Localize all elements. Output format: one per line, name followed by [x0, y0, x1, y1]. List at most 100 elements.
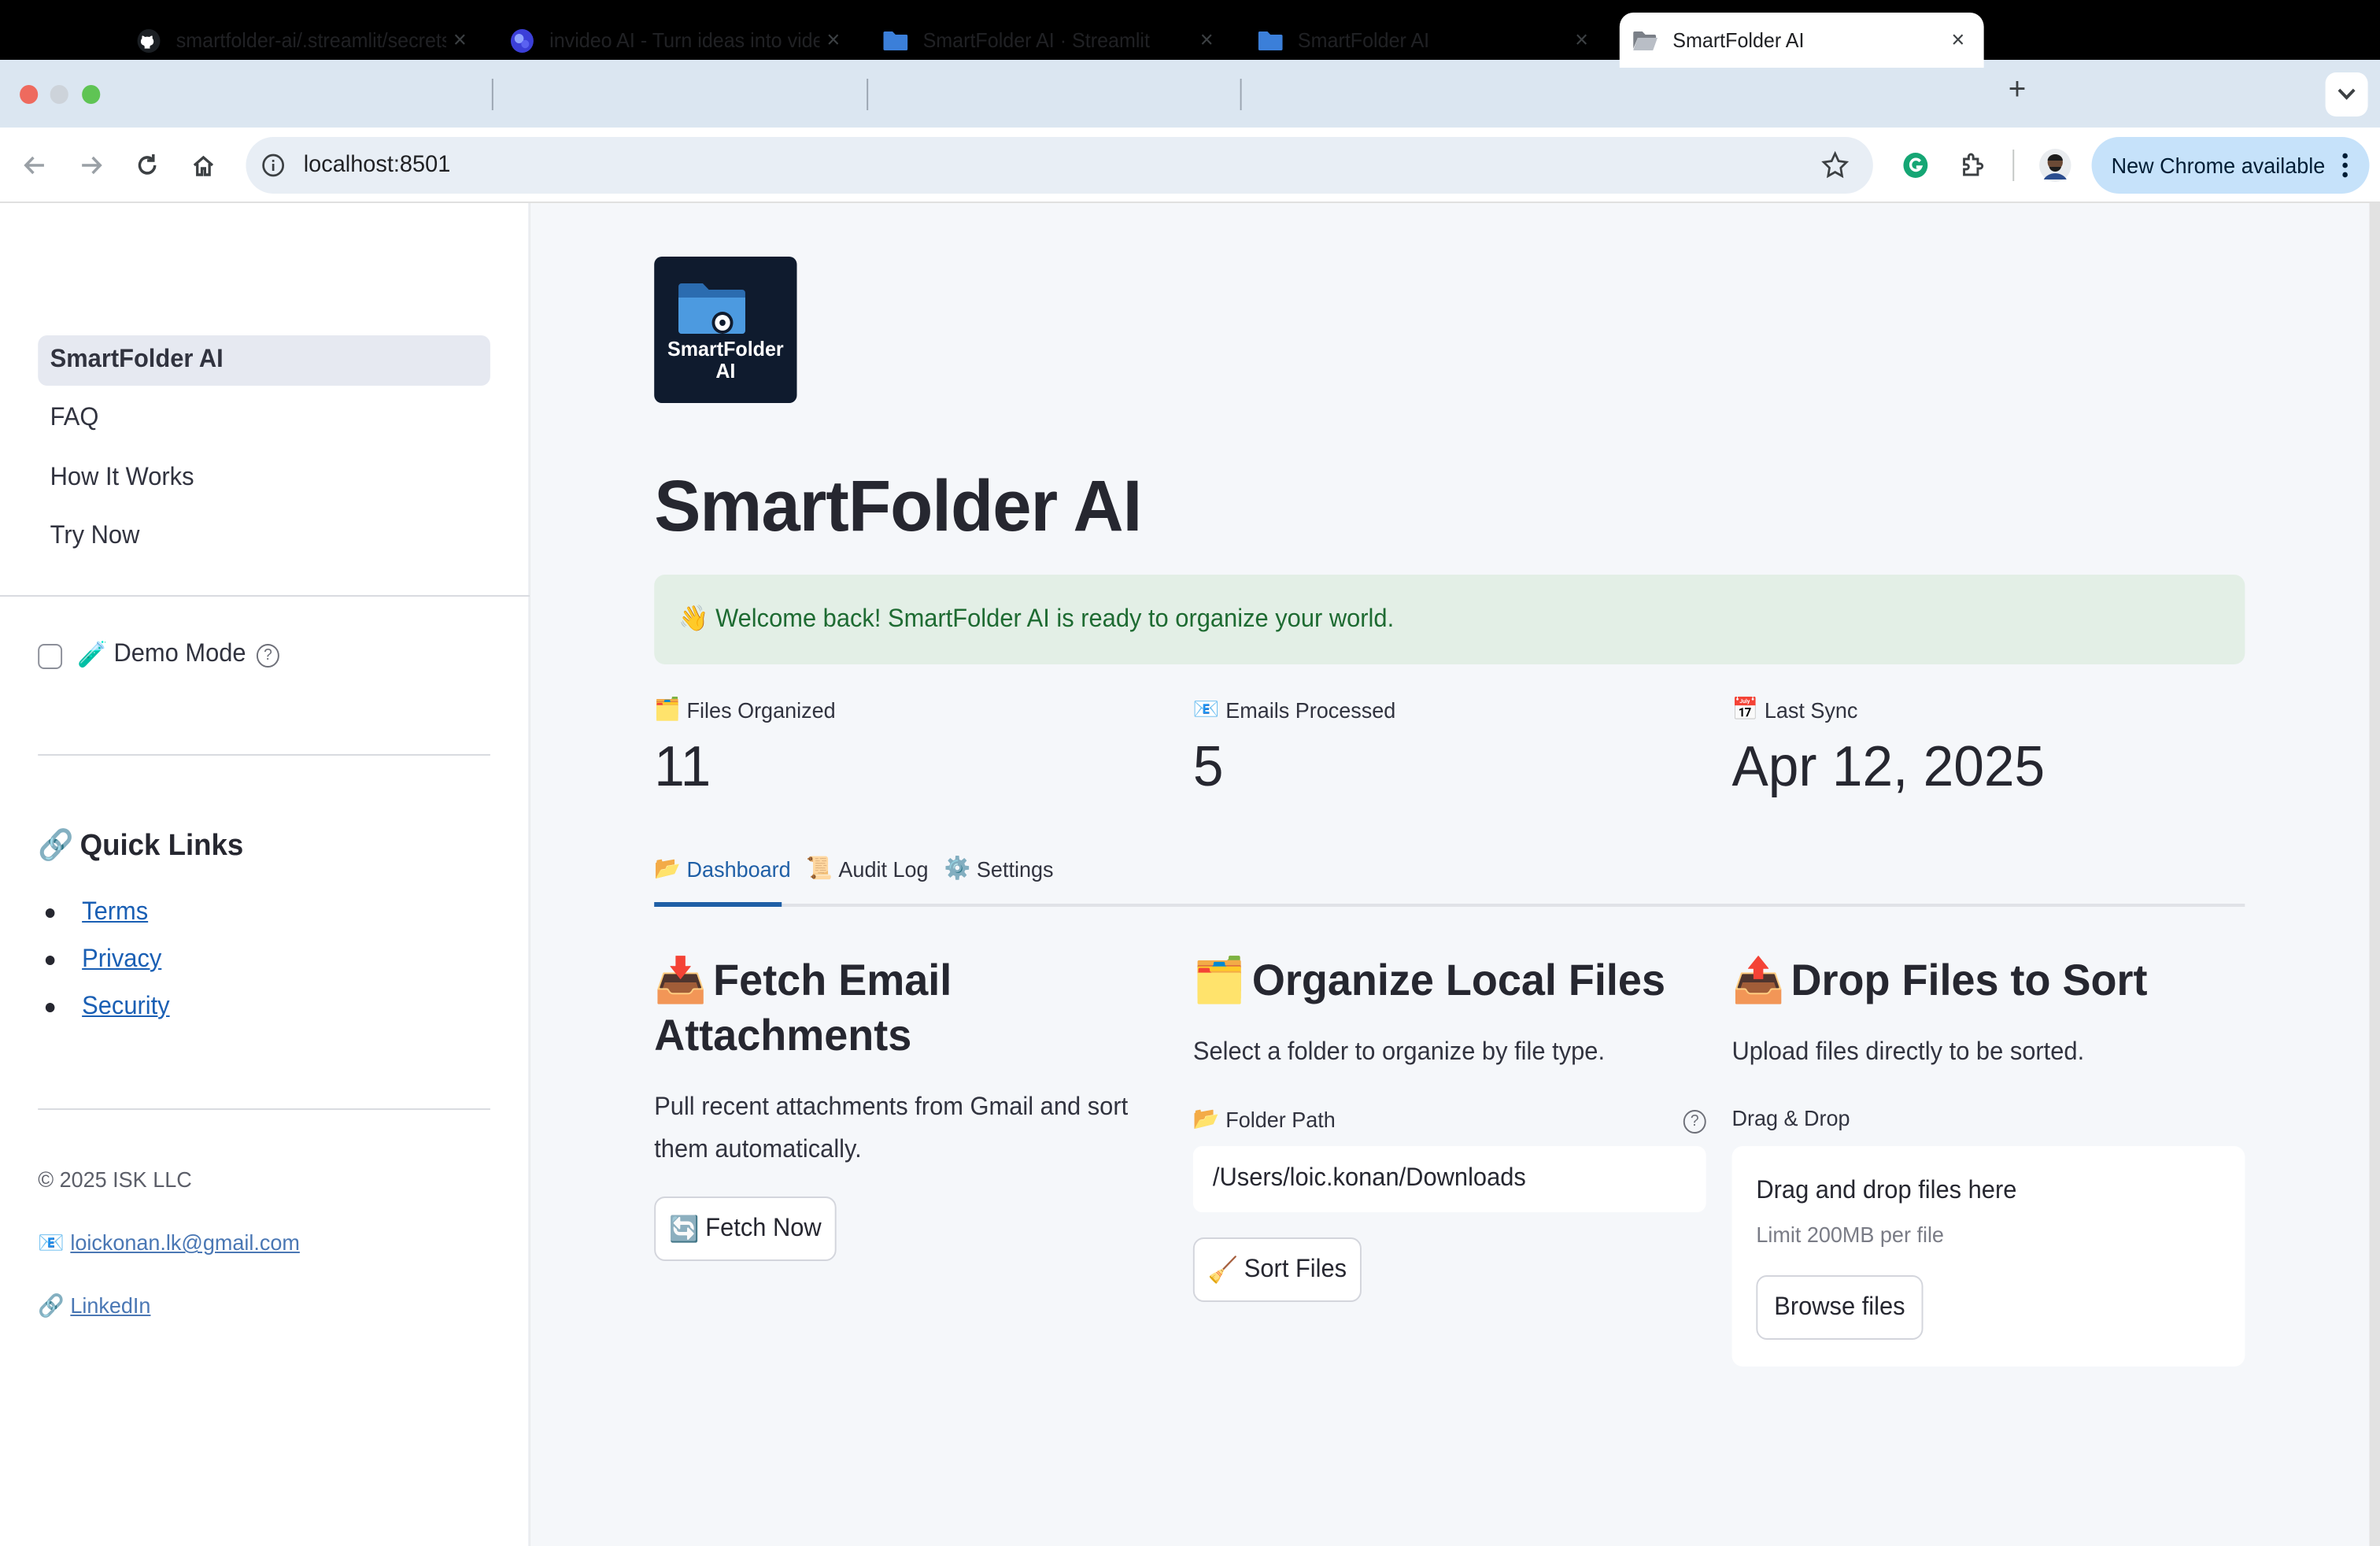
metric-files-label: 🗂️ Files Organized: [654, 696, 835, 723]
organize-files-heading: 🗂️ Organize Local Files: [1193, 952, 1665, 1008]
extensions-button[interactable]: [1955, 146, 1991, 184]
page-scrollbar[interactable]: [2369, 203, 2380, 1546]
drop-files-heading: 📤 Drop Files to Sort: [1731, 952, 2147, 1008]
test-tube-icon: 🧪: [77, 642, 108, 669]
address-bar[interactable]: localhost:8501: [246, 137, 1873, 194]
organize-files-description: Select a folder to organize by file type…: [1192, 1039, 1606, 1066]
logo-text: SmartFolder AI: [654, 338, 796, 383]
tab-audit-log[interactable]: 📜 Audit Log: [806, 855, 928, 882]
metric-emails-label: 📧 Emails Processed: [1193, 696, 1395, 723]
folder-icon: [883, 28, 908, 53]
site-info-icon[interactable]: [261, 153, 286, 178]
metric-sync-label: 📅 Last Sync: [1731, 696, 1857, 723]
footer-linkedin: 🔗 LinkedIn: [38, 1293, 150, 1319]
close-tab-icon[interactable]: ×: [819, 27, 847, 54]
quick-links-title: Quick Links: [79, 830, 244, 863]
bullet: [45, 1002, 55, 1012]
tab-search-button[interactable]: [2325, 72, 2368, 117]
dropzone-limit: Limit 200MB per file: [1756, 1222, 1944, 1247]
close-tab-icon[interactable]: ×: [1944, 27, 1972, 54]
back-button[interactable]: [17, 146, 53, 184]
sidebar-nav-divider: [0, 595, 530, 597]
arrow-left-icon: [24, 156, 44, 175]
grammarly-icon: [1903, 153, 1928, 178]
minimize-window-button[interactable]: [50, 85, 68, 104]
email-link[interactable]: loickonan.lk@gmail.com: [70, 1230, 300, 1255]
new-tab-button[interactable]: +: [2001, 72, 2034, 107]
browse-files-button[interactable]: Browse files: [1756, 1275, 1924, 1340]
close-window-button[interactable]: [20, 85, 39, 104]
gear-icon: ⚙️: [944, 855, 971, 880]
tab-settings[interactable]: ⚙️ Settings: [944, 855, 1054, 882]
security-link[interactable]: Security: [82, 993, 169, 1020]
sort-files-button[interactable]: 🧹 Sort Files: [1192, 1237, 1362, 1302]
screen: smartfolder-ai/.streamlit/secrets.toml ×…: [0, 0, 2380, 1546]
active-tab-indicator: [654, 902, 782, 907]
browser-tab-active[interactable]: SmartFolder AI ×: [1619, 13, 1984, 68]
forward-button[interactable]: [73, 146, 109, 184]
close-tab-icon[interactable]: ×: [1193, 27, 1221, 54]
linkedin-link[interactable]: LinkedIn: [70, 1293, 150, 1318]
invideo-icon: [510, 28, 534, 53]
zoom-window-button[interactable]: [82, 85, 101, 104]
list-item: Terms: [45, 899, 148, 927]
folder-open-icon: [1633, 28, 1658, 53]
metric-emails-value: 5: [1192, 734, 1224, 798]
close-tab-icon[interactable]: ×: [446, 27, 474, 54]
browser-toolbar: localhost:8501 New Chrome available: [0, 128, 2380, 203]
browser-tab-3[interactable]: SmartFolder AI · Streamlit ×: [883, 13, 1232, 68]
link-icon: 🔗: [38, 1293, 65, 1318]
reload-icon: [138, 154, 157, 175]
browser-tab-2[interactable]: invideo AI - Turn ideas into videos ×: [510, 13, 859, 68]
metric-files-value: 11: [654, 734, 711, 798]
metric-label-text: Last Sync: [1764, 697, 1858, 722]
metric-label-text: Emails Processed: [1225, 697, 1396, 722]
chevron-down-icon: [2338, 88, 2356, 100]
folder-path-label: 📂 Folder Path: [1193, 1105, 1336, 1132]
outbox-tray-icon: 📤: [1731, 956, 1785, 1004]
calendar-icon: 📅: [1731, 696, 1759, 721]
bullet: [45, 955, 55, 965]
folder-icon: 📂: [654, 855, 681, 880]
profile-avatar[interactable]: [2037, 146, 2073, 184]
card-index-icon: 🗂️: [1192, 956, 1247, 1004]
sidebar-item-try-now[interactable]: Try Now: [38, 512, 490, 562]
tab-bar-border: [654, 904, 2245, 907]
tab-divider: [1240, 79, 1242, 110]
help-icon[interactable]: ?: [257, 643, 280, 667]
privacy-link[interactable]: Privacy: [82, 946, 161, 973]
refresh-icon: 🔄: [669, 1216, 700, 1243]
inbox-tray-icon: 📥: [654, 956, 708, 1004]
puzzle-icon: [1963, 153, 1984, 176]
home-icon: [193, 155, 214, 176]
new-chrome-available-button[interactable]: New Chrome available: [2091, 137, 2370, 194]
terms-link[interactable]: Terms: [82, 899, 148, 926]
broom-icon: 🧹: [1207, 1257, 1239, 1284]
copyright-text: © 2025 ISK LLC: [38, 1167, 192, 1192]
metric-sync-value: Apr 12, 2025: [1731, 734, 2046, 798]
sidebar-item-faq[interactable]: FAQ: [38, 394, 490, 444]
bookmark-star-icon[interactable]: [1821, 151, 1849, 179]
grammarly-extension[interactable]: [1898, 146, 1934, 184]
tab-dashboard[interactable]: 📂 Dashboard: [654, 855, 790, 882]
close-tab-icon[interactable]: ×: [1568, 27, 1595, 54]
logo-text-line1: SmartFolder: [667, 337, 784, 361]
tab-divider: [491, 79, 493, 110]
browser-tab-1[interactable]: smartfolder-ai/.streamlit/secrets.toml ×: [134, 13, 486, 68]
sidebar-item-how-it-works[interactable]: How It Works: [38, 453, 490, 504]
button-label: Sort Files: [1244, 1256, 1347, 1282]
folder-icon: [1258, 28, 1283, 53]
metric-label-text: Files Organized: [686, 697, 836, 722]
sidebar-divider: [38, 1108, 490, 1110]
browser-tab-4[interactable]: SmartFolder AI ×: [1258, 13, 1608, 68]
fetch-now-button[interactable]: 🔄 Fetch Now: [654, 1196, 837, 1261]
file-dropzone[interactable]: Drag and drop files here Limit 200MB per…: [1731, 1146, 2245, 1367]
help-icon[interactable]: ?: [1683, 1110, 1706, 1134]
folder-path-input[interactable]: /Users/loic.konan/Downloads: [1192, 1146, 1706, 1212]
app-logo: SmartFolder AI: [654, 257, 797, 403]
sidebar-item-smartfolder-ai[interactable]: SmartFolder AI: [38, 335, 490, 386]
welcome-banner: 👋 Welcome back! SmartFolder AI is ready …: [654, 575, 2245, 664]
demo-mode-checkbox[interactable]: [38, 644, 63, 669]
home-button[interactable]: [185, 146, 221, 184]
reload-button[interactable]: [129, 146, 165, 184]
